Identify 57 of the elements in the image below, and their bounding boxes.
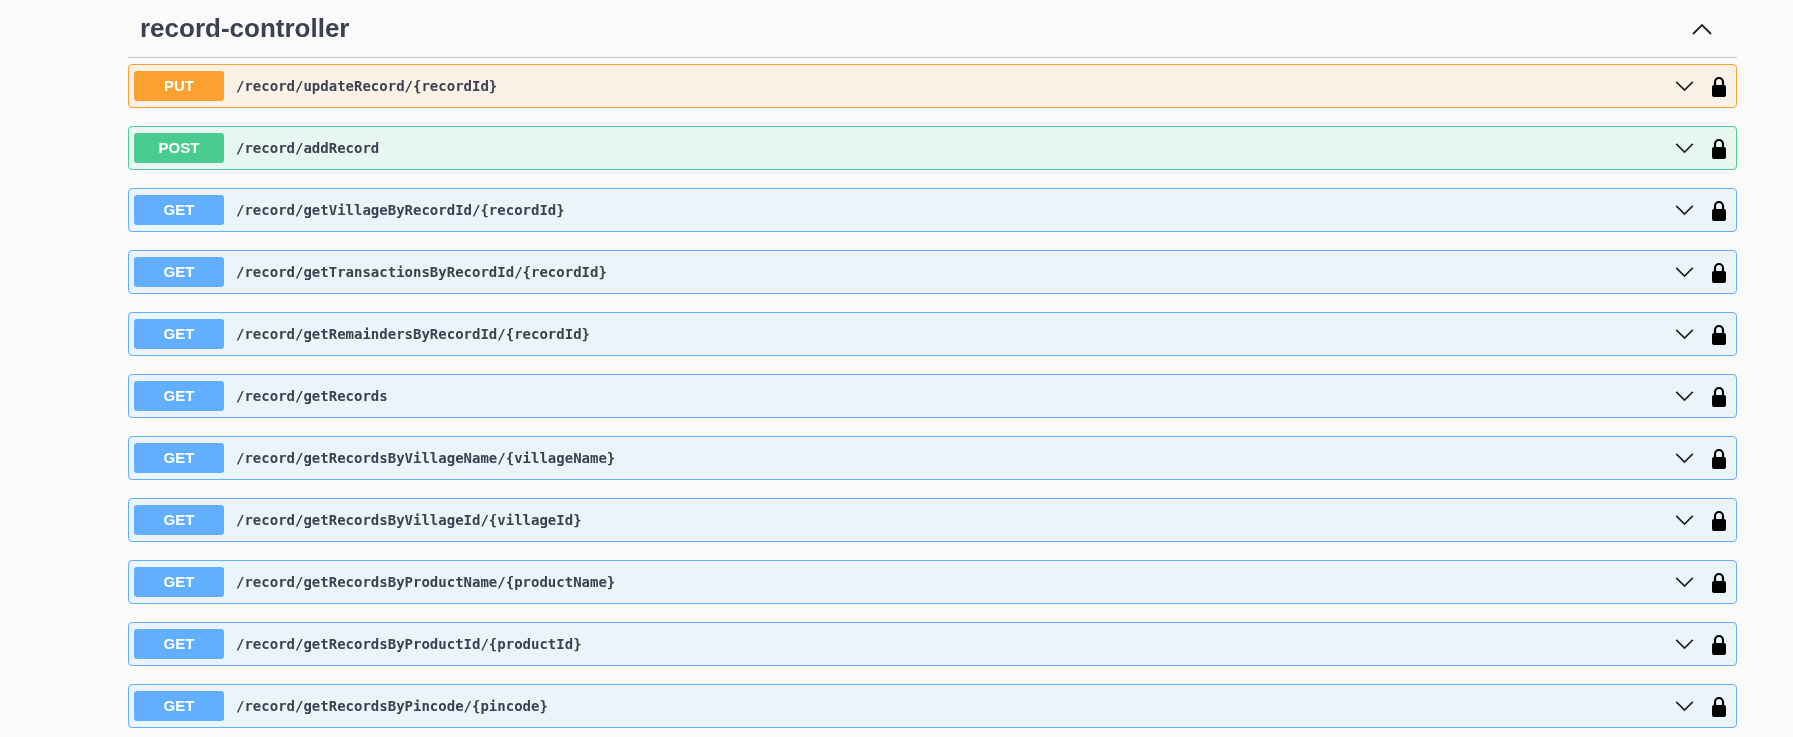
operation-row[interactable]: PUT /record/updateRecord/{recordId} — [128, 64, 1737, 108]
chevron-down-icon[interactable] — [1675, 576, 1694, 588]
lock-icon[interactable] — [1711, 75, 1727, 97]
method-badge: GET — [134, 505, 224, 535]
method-badge: GET — [134, 443, 224, 473]
lock-icon[interactable] — [1711, 695, 1727, 717]
lock-icon[interactable] — [1711, 199, 1727, 221]
chevron-down-icon[interactable] — [1675, 452, 1694, 464]
operation-row[interactable]: POST /record/addRecord — [128, 126, 1737, 170]
chevron-down-icon[interactable] — [1675, 390, 1694, 402]
endpoint-path: /record/getRecordsByProductName/{productName} — [236, 572, 617, 592]
chevron-down-icon[interactable] — [1675, 80, 1694, 92]
operation-row[interactable]: GET /record/getRecords — [128, 374, 1737, 418]
chevron-down-icon[interactable] — [1675, 328, 1694, 340]
operation-row[interactable]: GET /record/getRecordsByProductId/{productId} — [128, 622, 1737, 666]
chevron-down-icon[interactable] — [1675, 638, 1694, 650]
operation-row[interactable]: GET /record/getVillageByRecordId/{recordId} — [128, 188, 1737, 232]
method-badge: GET — [134, 691, 224, 721]
endpoint-path: /record/getRemaindersByRecordId/{recordId} — [236, 324, 591, 344]
method-badge: PUT — [134, 71, 224, 101]
lock-icon[interactable] — [1711, 385, 1727, 407]
chevron-down-icon[interactable] — [1675, 700, 1694, 712]
endpoint-path: /record/getRecords — [236, 386, 389, 406]
method-badge: GET — [134, 319, 224, 349]
endpoint-path: /record/getRecordsByVillageName/{villageName} — [236, 448, 617, 468]
operation-row[interactable]: GET /record/getRecordsByProductName/{productName} — [128, 560, 1737, 604]
endpoint-path: /record/getRecordsByVillageId/{villageId} — [236, 510, 583, 530]
endpoint-path: /record/getRecordsByProductId/{productId} — [236, 634, 583, 654]
method-badge: GET — [134, 257, 224, 287]
lock-icon[interactable] — [1711, 509, 1727, 531]
method-badge: GET — [134, 629, 224, 659]
operation-row[interactable]: GET /record/getRemaindersByRecordId/{recordId} — [128, 312, 1737, 356]
lock-icon[interactable] — [1711, 571, 1727, 593]
operation-row[interactable]: GET /record/getRecordsByVillageId/{villageId} — [128, 498, 1737, 542]
endpoint-path: /record/getTransactionsByRecordId/{recordId} — [236, 262, 608, 282]
chevron-down-icon[interactable] — [1675, 514, 1694, 526]
method-badge: GET — [134, 567, 224, 597]
lock-icon[interactable] — [1711, 323, 1727, 345]
operation-row[interactable]: GET /record/getRecordsByVillageName/{villageName} — [128, 436, 1737, 480]
section-title[interactable]: record-controller — [140, 9, 350, 48]
endpoint-path: /record/addRecord — [236, 138, 381, 158]
lock-icon[interactable] — [1711, 261, 1727, 283]
endpoint-path: /record/updateRecord/{recordId} — [236, 76, 499, 96]
chevron-up-icon[interactable] — [1692, 22, 1712, 35]
lock-icon[interactable] — [1711, 633, 1727, 655]
method-badge: POST — [134, 133, 224, 163]
lock-icon[interactable] — [1711, 137, 1727, 159]
chevron-down-icon[interactable] — [1675, 204, 1694, 216]
endpoint-path: /record/getVillageByRecordId/{recordId} — [236, 200, 566, 220]
endpoint-path: /record/getRecordsByPincode/{pincode} — [236, 696, 549, 716]
chevron-down-icon[interactable] — [1675, 266, 1694, 278]
operation-row[interactable]: GET /record/getRecordsByPincode/{pincode} — [128, 684, 1737, 728]
operation-row[interactable]: GET /record/getTransactionsByRecordId/{recordId} — [128, 250, 1737, 294]
method-badge: GET — [134, 381, 224, 411]
lock-icon[interactable] — [1711, 447, 1727, 469]
chevron-down-icon[interactable] — [1675, 142, 1694, 154]
method-badge: GET — [134, 195, 224, 225]
